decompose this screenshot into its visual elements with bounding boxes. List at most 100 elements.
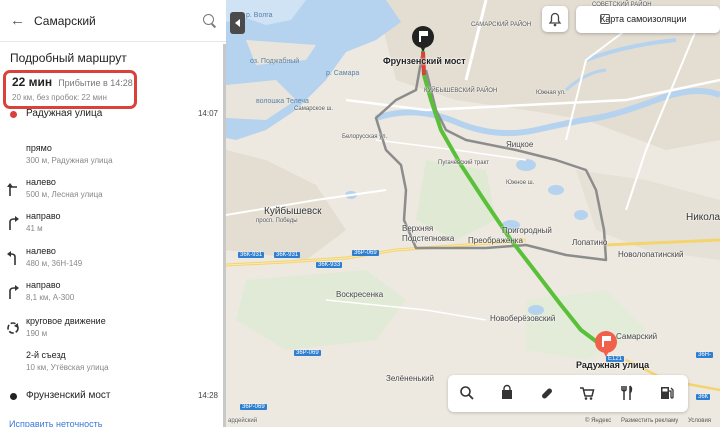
isolation-map-icon: [600, 14, 610, 24]
step-action: прямо: [26, 143, 52, 153]
step-detail: 10 км, Утёвская улица: [26, 363, 109, 372]
self-isolation-map-label: Карта самоизоляции: [600, 14, 687, 24]
fix-inaccuracy-link[interactable]: Исправить неточность: [9, 419, 102, 427]
turn-left-icon: [7, 183, 17, 196]
step-action: направо: [26, 280, 61, 290]
map-label: Южное ш.: [506, 180, 535, 186]
route-step[interactable]: прямо 300 м, Радужная улица: [0, 143, 226, 175]
step-detail: 300 м, Радужная улица: [26, 156, 113, 165]
turn-right-icon: [9, 216, 19, 230]
step-action: круговое движение: [26, 316, 106, 326]
step-detail: 190 м: [26, 329, 48, 338]
route-start-point[interactable]: Радужная улица 14:07: [0, 108, 226, 126]
route-arrival: Прибытие в 14:28: [58, 78, 133, 88]
route-details: 20 км, без пробок: 22 мин: [12, 93, 107, 102]
map-label: Южная ул.: [536, 90, 566, 96]
panel-title: Подробный маршрут: [10, 51, 127, 65]
map-label: ардейский: [228, 418, 258, 424]
road-shield: 36Р-069: [294, 350, 321, 356]
step-action: 2-й съезд: [26, 350, 66, 360]
flag-icon: [419, 31, 426, 42]
route-step[interactable]: направо 41 м: [0, 211, 226, 243]
map-label: Подстепновка: [402, 234, 455, 243]
road-shield: 36Р-069: [352, 250, 379, 256]
end-pin-label: Радужная улица: [576, 360, 650, 370]
flag-icon: [602, 336, 609, 347]
map-label: оз. Поджабный: [250, 58, 300, 65]
map-label: КУЙБЫШЕВСКИЙ РАЙОН: [424, 88, 498, 94]
map-label: Самарский: [616, 332, 658, 341]
road-shield: 36К-931: [274, 252, 301, 258]
terms-link[interactable]: Условия: [688, 418, 711, 424]
search-icon[interactable]: [202, 13, 218, 29]
pharmacy-icon[interactable]: [538, 384, 556, 402]
map-label: Воскресенка: [336, 290, 384, 299]
bell-icon: [548, 12, 562, 27]
route-step[interactable]: налево 500 м, Лесная улица: [0, 177, 226, 209]
notification-button[interactable]: [542, 6, 568, 32]
yandex-copyright[interactable]: © Яндекс: [585, 418, 611, 424]
roundabout-icon: [7, 322, 19, 334]
turn-right-icon: [9, 285, 19, 299]
finish-point-dot-icon: [10, 393, 17, 400]
step-detail: 480 м, 36Н-149: [26, 259, 83, 268]
restaurant-icon[interactable]: [618, 384, 636, 402]
map-view[interactable]: р. Волга оз. Поджабный волошка Телеча р.…: [226, 0, 720, 427]
route-summary[interactable]: 22 мин Прибытие в 14:28 20 км, без пробок…: [3, 70, 137, 109]
map-footer: © Яндекс Разместить рекламу Условия: [585, 418, 719, 424]
advertise-link[interactable]: Разместить рекламу: [621, 418, 678, 424]
step-action: направо: [26, 211, 61, 221]
route-step[interactable]: 2-й съезд 10 км, Утёвская улица: [0, 350, 226, 382]
road-shield: 36Р-069: [240, 404, 267, 410]
step-detail: 41 м: [26, 224, 43, 233]
route-app: ← Подробный маршрут 22 мин Прибытие в 14:…: [0, 0, 720, 427]
road-shield: 36Н-: [696, 352, 714, 358]
route-start-pin[interactable]: [412, 26, 434, 52]
start-point-time: 14:07: [197, 109, 218, 118]
map-label: Зелёненький: [386, 374, 435, 383]
route-step[interactable]: налево 480 м, 36Н-149: [0, 246, 226, 278]
map-label: Самарское ш.: [294, 106, 334, 112]
self-isolation-map-button[interactable]: Карта самоизоляции: [576, 6, 720, 33]
gas-station-icon[interactable]: [658, 384, 676, 402]
start-pin-label: Фрунзенский мост: [383, 56, 466, 66]
road-shield: 36К-931: [238, 252, 265, 258]
collapse-panel-button[interactable]: [230, 12, 245, 34]
route-step[interactable]: круговое движение 190 м: [0, 316, 226, 348]
map-label: Белорусская ул.: [342, 134, 388, 140]
route-end-pin[interactable]: [595, 331, 617, 357]
search-input[interactable]: [28, 13, 202, 28]
map-label: Верхняя: [402, 224, 434, 233]
map-label: Пригородный: [502, 226, 552, 235]
shopping-bag-icon[interactable]: [498, 384, 516, 402]
route-panel: ← Подробный маршрут 22 мин Прибытие в 14:…: [0, 0, 226, 427]
start-point-dot-icon: [10, 111, 17, 118]
step-action: налево: [26, 246, 56, 256]
map-label: Лопатино: [572, 238, 608, 247]
map-label: Преображенка: [468, 236, 523, 245]
step-detail: 500 м, Лесная улица: [26, 190, 103, 199]
map-label: волошка Телеча: [256, 98, 309, 105]
cart-icon[interactable]: [578, 384, 596, 402]
route-step[interactable]: направо 8,1 км, А-300: [0, 280, 226, 312]
map-label: Николаев: [686, 212, 720, 223]
map-label: САМАРСКИЙ РАЙОН: [471, 22, 532, 28]
map-label: р. Волга: [246, 12, 273, 19]
route-duration: 22 мин: [12, 75, 53, 89]
finish-point-name: Фрунзенский мост: [26, 390, 111, 401]
map-label: Новоберёзовский: [490, 314, 556, 323]
route-finish-point[interactable]: Фрунзенский мост 14:28: [0, 390, 226, 408]
road-shield: 36К: [696, 394, 711, 400]
search-bar: ←: [0, 0, 226, 42]
map-label: р. Самара: [326, 70, 360, 77]
step-action: налево: [26, 177, 56, 187]
step-detail: 8,1 км, А-300: [26, 293, 75, 302]
map-label: просп. Победы: [256, 218, 298, 224]
finish-point-time: 14:28: [197, 391, 218, 400]
map-label: Яицкое: [506, 140, 534, 149]
category-toolbar: [448, 375, 688, 412]
map-label: Новолопатинский: [618, 250, 684, 259]
start-point-name: Радужная улица: [26, 108, 103, 119]
search-icon[interactable]: [458, 384, 476, 402]
back-arrow-icon[interactable]: ←: [10, 12, 28, 29]
